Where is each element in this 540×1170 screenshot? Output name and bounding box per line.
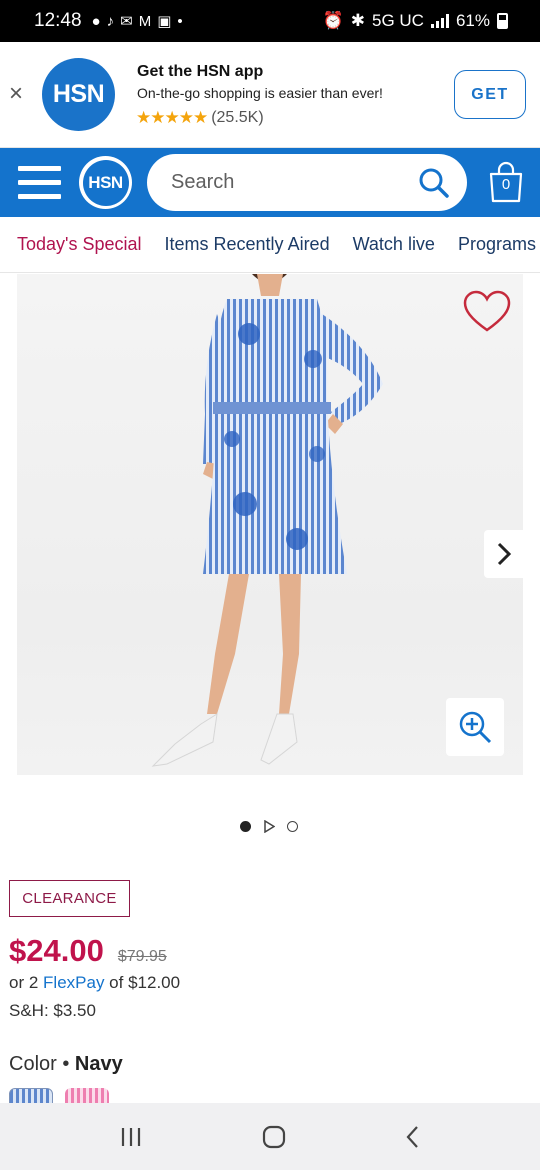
color-selector-label: Color • Navy [9, 1053, 123, 1076]
bluetooth-icon: ✱ [350, 11, 365, 30]
next-image-button[interactable] [484, 530, 524, 578]
banner-subtitle: On-the-go shopping is easier than ever! [137, 85, 383, 101]
image-carousel-dots [240, 820, 298, 833]
sale-price: $24.00 [9, 933, 104, 968]
signal-icon [430, 14, 449, 28]
tab-watch-live[interactable]: Watch live [336, 234, 441, 255]
banner-rating: ★★★★★ (25.5K) [136, 108, 264, 128]
battery-icon [497, 13, 508, 29]
clearance-badge: CLEARANCE [9, 880, 130, 917]
rating-count: (25.5K) [211, 109, 264, 126]
banner-title: Get the HSN app [137, 63, 264, 80]
color-swatch-pink[interactable] [65, 1088, 109, 1104]
color-label: Color • [9, 1053, 75, 1075]
notification-icons: ● ♪ ✉ M ▣ • [91, 12, 183, 31]
back-icon[interactable] [405, 1125, 421, 1149]
network-label: 5G UC [372, 11, 424, 30]
alarm-icon: ⏰ [322, 11, 344, 30]
flexpay-prefix: or 2 [9, 973, 44, 992]
flexpay-link[interactable]: FlexPay [43, 973, 104, 992]
search-bar[interactable] [147, 154, 467, 211]
more-dot-icon: • [177, 12, 183, 30]
search-input[interactable] [171, 154, 411, 211]
status-bar: 12:48 ● ♪ ✉ M ▣ • ⏰ ✱ 5G UC 61% [0, 0, 540, 42]
tab-programs[interactable]: Programs [441, 234, 540, 255]
price-row: $24.00 $79.95 [9, 933, 167, 969]
selected-color: Navy [74, 1053, 123, 1075]
android-nav-bar [0, 1103, 540, 1170]
battery-percent: 61% [455, 11, 490, 30]
home-icon[interactable] [262, 1125, 286, 1149]
tab-todays-special[interactable]: Today's Special [0, 234, 148, 255]
hsn-app-logo: HSN [42, 58, 115, 131]
tab-items-recently-aired[interactable]: Items Recently Aired [148, 234, 336, 255]
color-swatch-navy[interactable] [9, 1088, 53, 1104]
category-nav: Today's Special Items Recently Aired Wat… [0, 217, 540, 273]
gallery-icon: ▣ [157, 13, 172, 30]
zoom-in-icon [459, 711, 492, 744]
carousel-dot-1[interactable] [240, 821, 251, 832]
search-icon[interactable] [418, 167, 450, 199]
chevron-right-icon [497, 542, 512, 566]
flexpay-suffix: of $12.00 [104, 973, 181, 992]
close-banner-icon[interactable]: × [9, 82, 23, 106]
shipping-handling: S&H: $3.50 [9, 1001, 96, 1020]
mail-icon: ✉ [120, 13, 133, 30]
menu-icon[interactable] [18, 166, 61, 199]
app-install-banner: × HSN Get the HSN app On-the-go shopping… [0, 42, 540, 148]
flexpay-line: or 2 FlexPay of $12.00 [9, 973, 180, 993]
video-play-icon[interactable] [263, 820, 275, 833]
status-time: 12:48 [34, 10, 82, 31]
favorite-heart-icon[interactable] [462, 290, 512, 334]
hsn-logo[interactable]: HSN [79, 156, 132, 209]
tiktok-icon: ♪ [106, 12, 115, 30]
carousel-dot-3[interactable] [287, 821, 298, 832]
recent-apps-icon[interactable] [119, 1126, 143, 1148]
star-rating-icon: ★★★★★ [136, 108, 208, 127]
original-price: $79.95 [117, 948, 167, 965]
get-app-button[interactable]: GET [454, 70, 526, 119]
zoom-button[interactable] [446, 698, 504, 756]
cart-button[interactable]: 0 [486, 160, 526, 204]
gmail-icon: M [138, 12, 152, 30]
cart-count: 0 [501, 176, 511, 193]
chat-icon: ● [91, 12, 101, 30]
hsn-logo-text: HSN [82, 159, 129, 206]
site-header: HSN 0 [0, 148, 540, 217]
